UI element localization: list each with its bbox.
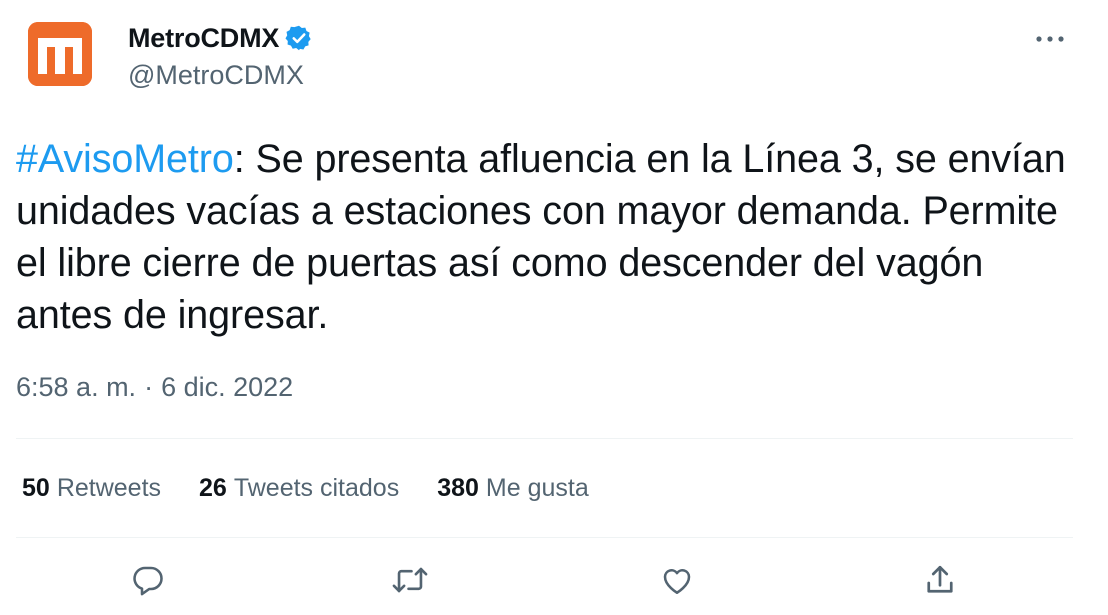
author-block: MetroCDMX @MetroCDMX [128, 22, 313, 91]
retweets-label: Retweets [56, 474, 162, 502]
retweets-stat[interactable]: 50 Retweets [22, 474, 161, 503]
share-icon[interactable] [918, 558, 962, 602]
retweets-count: 50 [22, 474, 50, 502]
like-icon[interactable] [655, 558, 699, 602]
likes-label: Me gusta [485, 474, 589, 502]
quotes-stat[interactable]: 26 Tweets citados [199, 474, 399, 503]
metro-logo-icon [28, 22, 92, 86]
tweet-text: #AvisoMetro: Se presenta afluencia en la… [16, 133, 1086, 341]
divider [16, 537, 1073, 538]
likes-stat[interactable]: 380 Me gusta [437, 474, 589, 503]
verified-badge-icon [285, 24, 313, 52]
retweet-icon[interactable] [388, 558, 432, 602]
quotes-count: 26 [199, 474, 227, 502]
likes-count: 380 [437, 474, 479, 502]
action-bar [0, 558, 1108, 608]
reply-icon[interactable] [126, 558, 170, 602]
more-options-icon[interactable] [1030, 24, 1070, 54]
tweet-date[interactable]: 6 dic. 2022 [161, 372, 293, 403]
author-handle[interactable]: @MetroCDMX [128, 60, 313, 91]
avatar[interactable] [28, 22, 92, 86]
tweet-time[interactable]: 6:58 a. m. [16, 372, 136, 403]
quotes-label: Tweets citados [233, 474, 400, 502]
display-name[interactable]: MetroCDMX [128, 23, 279, 54]
tweet-timestamp: 6:58 a. m. · 6 dic. 2022 [16, 372, 293, 403]
meta-separator: · [144, 372, 154, 402]
tweet-header: MetroCDMX @MetroCDMX [28, 22, 1088, 91]
engagement-stats: 50 Retweets 26 Tweets citados 380 Me gus… [22, 474, 627, 503]
hashtag-link[interactable]: #AvisoMetro [16, 137, 234, 181]
tweet-card: MetroCDMX @MetroCDMX #AvisoMetro: Se pre… [0, 0, 1108, 615]
divider [16, 438, 1073, 439]
